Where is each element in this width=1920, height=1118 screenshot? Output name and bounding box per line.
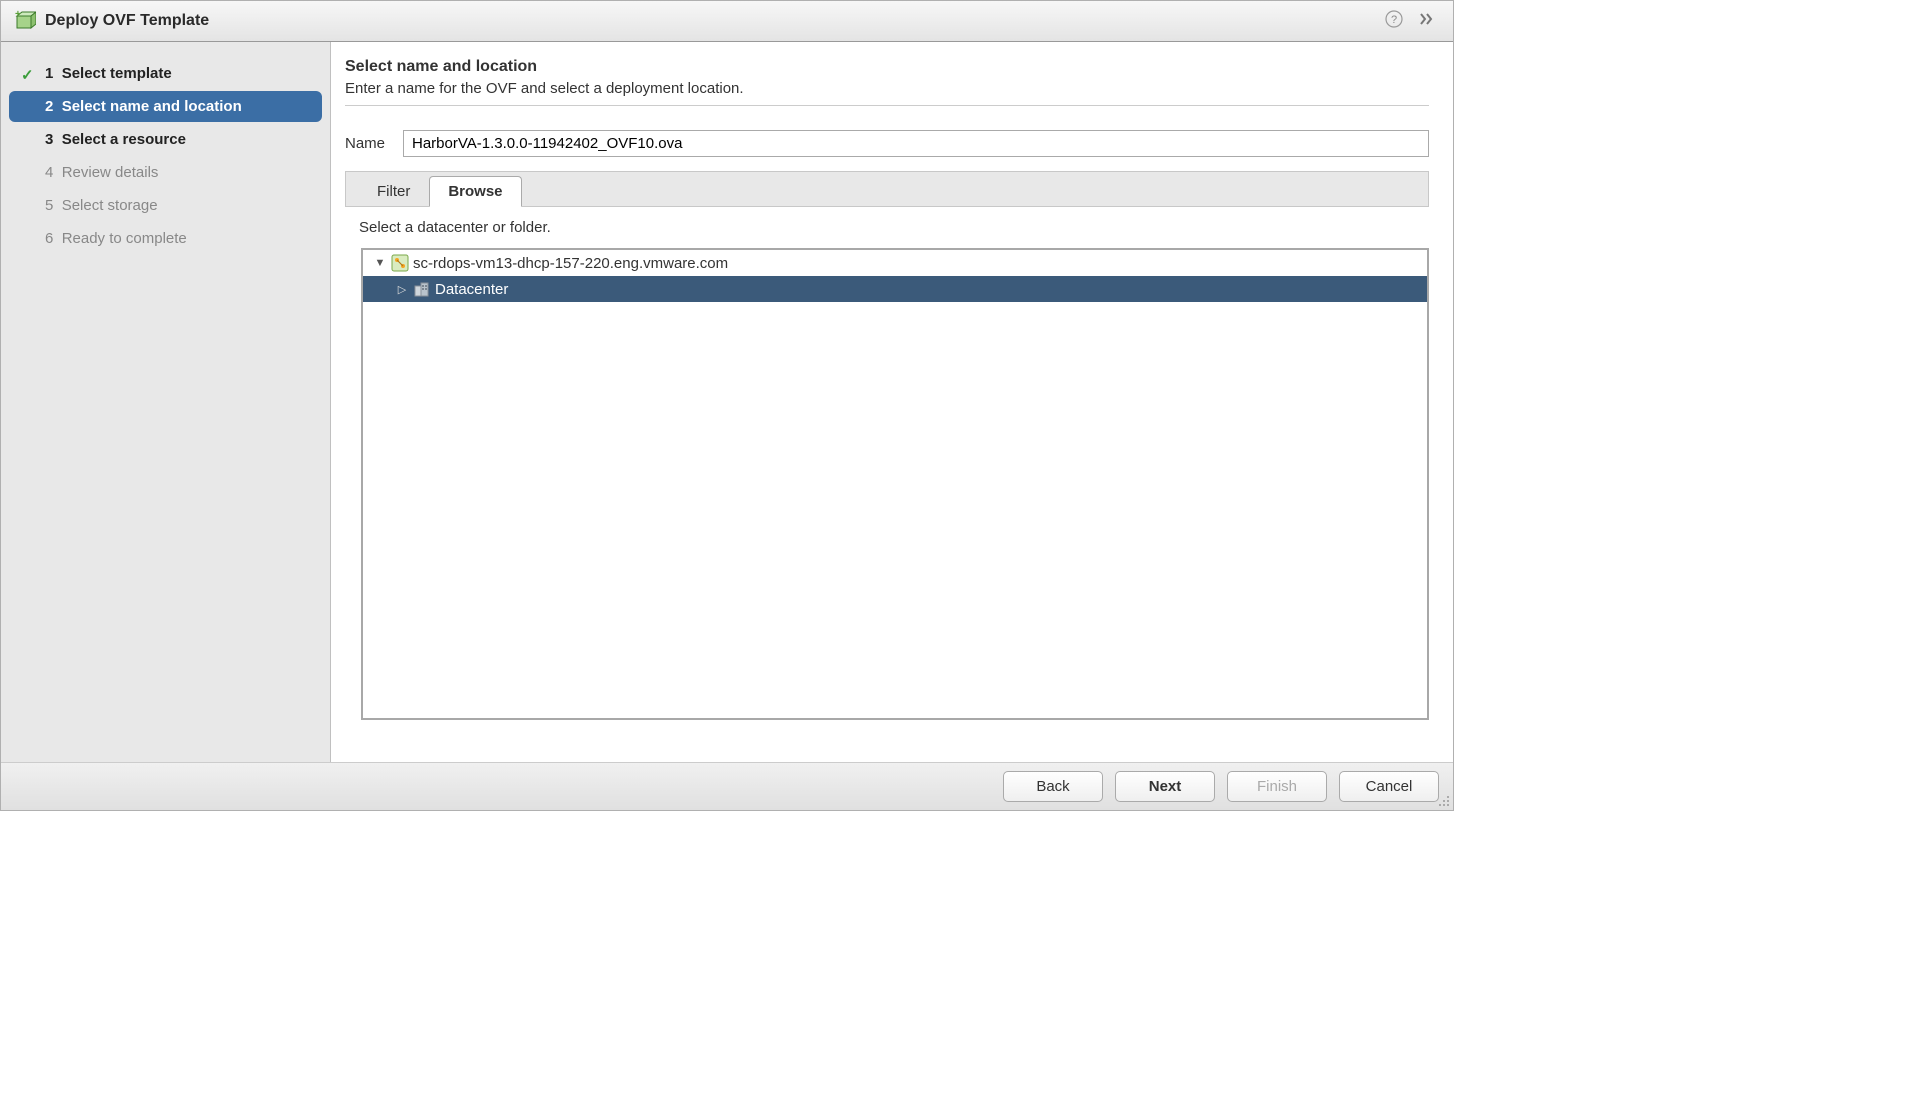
step-ready-complete: 6 Ready to complete [9,223,322,254]
step-label: Select template [62,65,172,82]
dialog-title: Deploy OVF Template [45,12,1373,30]
help-icon[interactable]: ? [1381,10,1407,33]
vcenter-host-icon [391,254,409,272]
expand-arrows-icon[interactable] [1415,12,1441,31]
tree-node-host[interactable]: ▼ sc-rdops-vm13-dhcp-157-220.eng.vmware.… [363,250,1427,276]
svg-text:?: ? [1391,14,1397,26]
step-num: 5 [45,197,53,214]
name-input[interactable] [403,130,1429,157]
location-tree[interactable]: ▼ sc-rdops-vm13-dhcp-157-220.eng.vmware.… [361,248,1429,720]
main-panel: Select name and location Enter a name fo… [331,42,1453,762]
step-num: 6 [45,230,53,247]
ovf-box-icon: + [13,9,37,33]
step-review-details: 4 Review details [9,157,322,188]
tab-filter[interactable]: Filter [358,176,429,207]
tree-node-label: sc-rdops-vm13-dhcp-157-220.eng.vmware.co… [413,255,728,272]
step-select-resource[interactable]: 3 Select a resource [9,124,322,155]
dialog-footer: Back Next Finish Cancel [1,762,1453,810]
section-description: Enter a name for the OVF and select a de… [345,80,1429,97]
name-label: Name [345,135,393,152]
title-bar: + Deploy OVF Template ? [1,1,1453,42]
section-heading: Select name and location [345,58,1429,76]
step-select-name-location[interactable]: 2 Select name and location [9,91,322,122]
divider [345,105,1429,106]
step-num: 4 [45,164,53,181]
step-label: Select name and location [62,98,242,115]
step-select-template[interactable]: ✓ 1 Select template [9,58,322,89]
finish-button: Finish [1227,771,1327,802]
wizard-steps-sidebar: ✓ 1 Select template 2 Select name and lo… [1,42,331,762]
tree-node-datacenter[interactable]: ▷ Datacenter [363,276,1427,302]
step-select-storage: 5 Select storage [9,190,322,221]
svg-text:+: + [15,10,21,20]
back-button[interactable]: Back [1003,771,1103,802]
browse-instruction: Select a datacenter or folder. [359,219,1429,236]
tab-browse[interactable]: Browse [429,176,521,207]
step-label: Select storage [62,197,158,214]
datacenter-icon [413,280,431,298]
tabs-bar: Filter Browse [345,171,1429,207]
expand-toggle-icon[interactable]: ▷ [395,283,409,296]
step-num: 2 [45,98,53,115]
step-label: Ready to complete [62,230,187,247]
collapse-toggle-icon[interactable]: ▼ [373,257,387,269]
step-label: Review details [62,164,159,181]
step-num: 1 [45,65,53,82]
checkmark-icon: ✓ [21,66,34,84]
resize-grip-icon[interactable] [1437,794,1451,808]
step-num: 3 [45,131,53,148]
deploy-ovf-dialog: + Deploy OVF Template ? ✓ 1 Select templ… [0,0,1454,811]
cancel-button[interactable]: Cancel [1339,771,1439,802]
next-button[interactable]: Next [1115,771,1215,802]
tree-node-label: Datacenter [435,281,508,298]
step-label: Select a resource [62,131,186,148]
